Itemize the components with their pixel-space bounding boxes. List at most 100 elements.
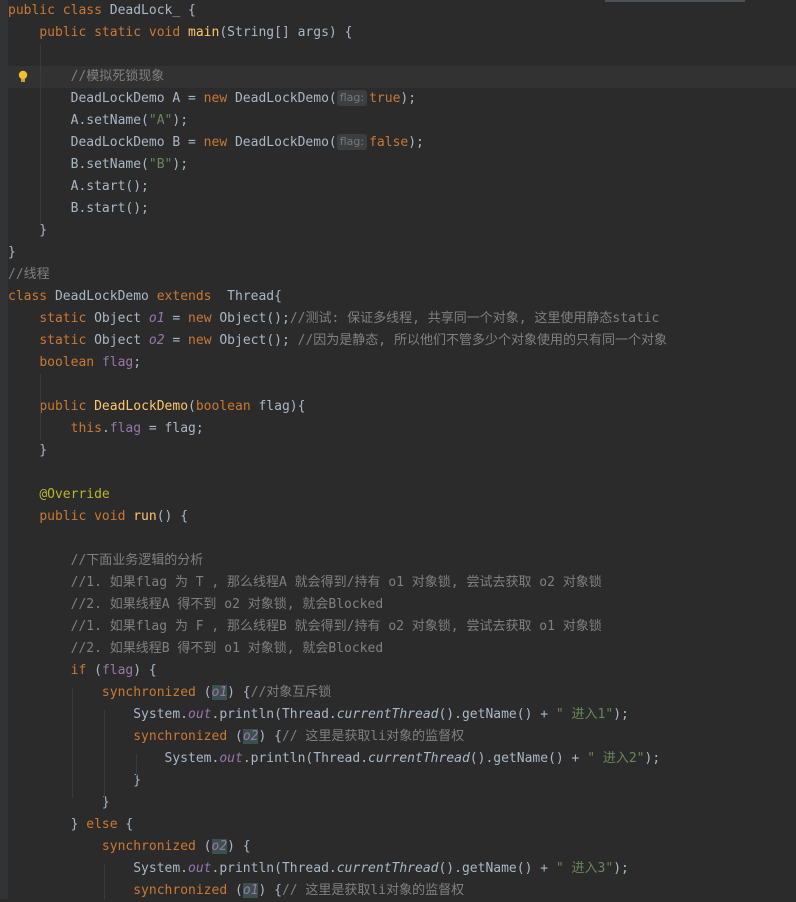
code-line[interactable]: //线程 xyxy=(8,264,796,286)
code-token: synchronized xyxy=(133,883,235,898)
code-token: new xyxy=(203,135,235,150)
code-line[interactable]: System.out.println(Thread.currentThread(… xyxy=(8,748,796,770)
code-line[interactable]: //1. 如果flag 为 T , 那么线程A 就会得到/持有 o1 对象锁, … xyxy=(8,572,796,594)
param-hint: flag: xyxy=(336,90,368,106)
code-line[interactable]: synchronized (o1) {//对象互斥锁 xyxy=(8,682,796,704)
code-token: DeadLockDemo B = xyxy=(8,135,204,150)
code-line[interactable]: //下面业务逻辑的分析 xyxy=(8,550,796,572)
code-editor[interactable]: public class DeadLock_ { public static v… xyxy=(8,0,796,902)
code-token: = xyxy=(164,311,189,326)
code-line[interactable]: class DeadLockDemo extends Thread{ xyxy=(8,286,796,308)
code-line[interactable]: System.out.println(Thread.currentThread(… xyxy=(8,704,796,726)
code-line[interactable]: public DeadLockDemo(boolean flag){ xyxy=(8,396,796,418)
code-token: public class xyxy=(8,3,110,18)
indent-guide xyxy=(104,864,105,899)
code-line[interactable]: if (flag) { xyxy=(8,660,796,682)
code-token: out xyxy=(188,707,212,722)
code-token: flag xyxy=(109,421,142,436)
code-token: A.setName( xyxy=(8,113,149,128)
code-line[interactable]: } xyxy=(8,242,796,264)
code-token: Thread{ xyxy=(227,289,282,304)
code-token: . xyxy=(101,421,110,436)
code-token: //测试: 保证多线程, 共享同一个对象, 这里使用静态static xyxy=(289,311,660,326)
lightbulb-icon[interactable] xyxy=(16,70,30,84)
code-token: ( xyxy=(203,839,212,854)
code-line[interactable]: } xyxy=(8,220,796,242)
code-token: "A" xyxy=(148,113,173,128)
code-token: ) { xyxy=(133,663,157,678)
code-token: //对象互斥锁 xyxy=(250,685,332,700)
code-line[interactable]: DeadLockDemo B = new DeadLockDemo(flag: f… xyxy=(8,132,796,154)
code-token: static xyxy=(39,311,95,326)
code-token: ( xyxy=(94,663,102,678)
code-line[interactable]: public class DeadLock_ { xyxy=(8,0,796,22)
code-line[interactable]: System.out.println(Thread.currentThread(… xyxy=(8,858,796,880)
code-token: o2 xyxy=(242,729,259,744)
code-line[interactable]: @Override xyxy=(8,484,796,506)
code-line[interactable]: //模拟死锁现象 xyxy=(8,66,796,88)
code-token: extends xyxy=(156,289,228,304)
code-token: this xyxy=(70,421,102,436)
code-line[interactable]: } xyxy=(8,792,796,814)
code-token: A.start(); xyxy=(8,179,149,194)
code-token: out xyxy=(219,751,243,766)
code-token: .println(Thread. xyxy=(242,751,369,766)
code-token: ().getName() + xyxy=(438,861,556,876)
code-token: Object xyxy=(94,333,149,348)
code-line[interactable]: //2. 如果线程B 得不到 o1 对象锁, 就会Blocked xyxy=(8,638,796,660)
code-token: //模拟死锁现象 xyxy=(70,69,165,84)
code-line[interactable]: } xyxy=(8,770,796,792)
code-token: B.start(); xyxy=(8,201,149,216)
code-token: //2. 如果线程B 得不到 o1 对象锁, 就会Blocked xyxy=(70,641,384,656)
code-token: ().getName() + xyxy=(469,751,588,766)
code-line[interactable]: public void run() { xyxy=(8,506,796,528)
code-line[interactable]: synchronized (o2) { xyxy=(8,836,796,858)
code-line[interactable]: A.setName("A"); xyxy=(8,110,796,132)
code-line[interactable]: synchronized (o2) {// 这里是获取li对象的监督权 xyxy=(8,726,796,748)
code-token: synchronized xyxy=(101,839,204,854)
code-token: true xyxy=(369,91,401,106)
code-token: .println(Thread. xyxy=(211,861,337,876)
code-token: System. xyxy=(8,707,189,722)
code-token: flag){ xyxy=(258,399,306,414)
code-line[interactable] xyxy=(8,44,796,66)
code-token: Object xyxy=(94,311,149,326)
code-token: } xyxy=(8,817,87,832)
code-token: ( xyxy=(203,685,212,700)
code-line[interactable]: //2. 如果线程A 得不到 o2 对象锁, 就会Blocked xyxy=(8,594,796,616)
code-token: false xyxy=(369,135,409,150)
code-token: synchronized xyxy=(133,729,235,744)
code-token: //因为是静态, 所以他们不管多少个对象使用的只有同一个对象 xyxy=(297,333,667,348)
code-line[interactable]: boolean flag; xyxy=(8,352,796,374)
indent-guide xyxy=(72,688,73,798)
code-token: flag xyxy=(101,355,134,370)
code-token: DeadLockDemo( xyxy=(234,135,337,150)
code-token: DeadLockDemo xyxy=(94,399,189,414)
code-line[interactable]: A.start(); xyxy=(8,176,796,198)
code-line[interactable] xyxy=(8,462,796,484)
code-token: { xyxy=(125,817,134,832)
code-line[interactable]: public static void main(String[] args) { xyxy=(8,22,796,44)
code-line[interactable] xyxy=(8,528,796,550)
code-line[interactable]: DeadLockDemo A = new DeadLockDemo(flag: t… xyxy=(8,88,796,110)
code-line[interactable]: B.start(); xyxy=(8,198,796,220)
code-token: " 进入3" xyxy=(555,861,614,876)
code-token: ().getName() + xyxy=(438,707,556,722)
code-line[interactable] xyxy=(8,374,796,396)
code-token: = xyxy=(164,333,189,348)
code-token: ) { xyxy=(227,839,251,854)
code-token: ( xyxy=(188,399,196,414)
code-line[interactable]: static Object o2 = new Object(); //因为是静态… xyxy=(8,330,796,352)
code-token: else xyxy=(86,817,126,832)
code-token: // 这里是获取li对象的监督权 xyxy=(281,729,465,744)
code-line[interactable]: } else { xyxy=(8,814,796,836)
code-token: } xyxy=(8,223,48,238)
code-line[interactable]: B.setName("B"); xyxy=(8,154,796,176)
code-line[interactable]: static Object o1 = new Object();//测试: 保证… xyxy=(8,308,796,330)
code-line[interactable]: //1. 如果flag 为 F , 那么线程B 就会得到/持有 o2 对象锁, … xyxy=(8,616,796,638)
code-line[interactable]: this.flag = flag; xyxy=(8,418,796,440)
code-line[interactable]: } xyxy=(8,440,796,462)
